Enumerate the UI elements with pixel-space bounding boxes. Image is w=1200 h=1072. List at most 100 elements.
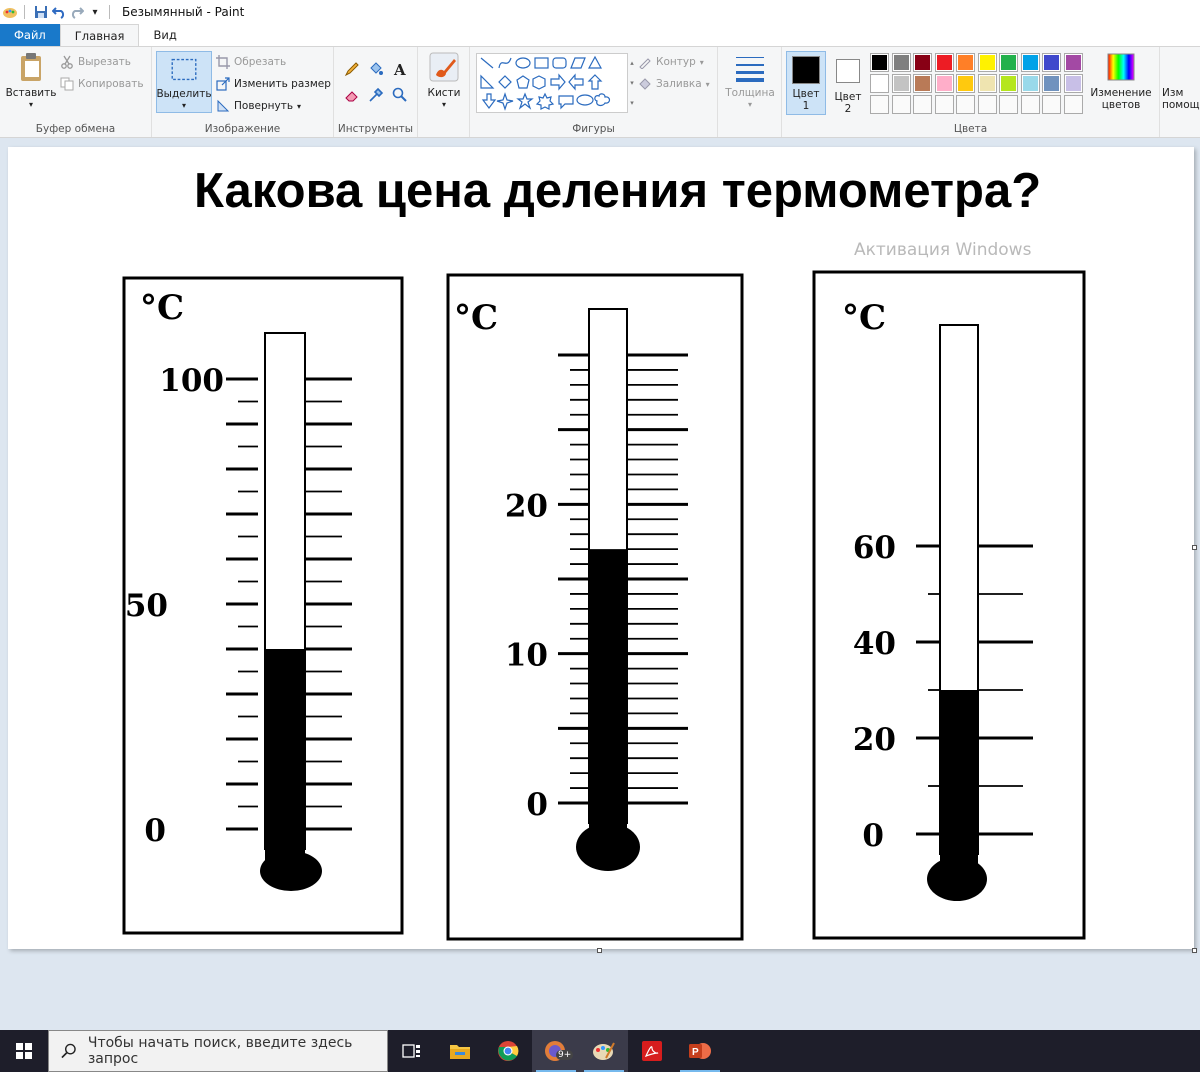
- task-view-button[interactable]: [388, 1030, 436, 1072]
- color-swatch[interactable]: [891, 95, 911, 114]
- paste-button[interactable]: Вставить ▾: [6, 51, 56, 111]
- help-label: Изм помощ: [1162, 87, 1200, 111]
- brushes-label: Кисти: [427, 87, 461, 99]
- color-swatch[interactable]: [934, 95, 954, 114]
- paint-taskbar-button[interactable]: [580, 1030, 628, 1072]
- color-swatch[interactable]: [1042, 74, 1061, 93]
- fill-button[interactable]: Заливка ▾: [638, 77, 710, 91]
- crop-button[interactable]: Обрезать: [216, 55, 286, 69]
- color1-button[interactable]: Цвет 1: [786, 51, 826, 115]
- help-button[interactable]: Изм помощ: [1162, 87, 1200, 111]
- select-button[interactable]: Выделить ▾: [156, 51, 212, 113]
- chrome-button[interactable]: [484, 1030, 532, 1072]
- paste-icon: [21, 53, 41, 81]
- color-palette: [870, 53, 1090, 117]
- thermometer: °C 100 50 0: [122, 276, 404, 935]
- start-button[interactable]: [0, 1030, 48, 1072]
- color-swatch[interactable]: [1042, 95, 1061, 114]
- chevron-down-icon: ▾: [181, 101, 186, 110]
- color-swatch[interactable]: [956, 53, 975, 72]
- taskbar: Чтобы начать поиск, введите здесь запрос…: [0, 1030, 1200, 1072]
- color-swatch[interactable]: [999, 95, 1018, 114]
- thermometer-bulb: [576, 823, 640, 871]
- color-swatch[interactable]: [1063, 74, 1083, 93]
- color-swatch[interactable]: [913, 74, 932, 93]
- color-swatch[interactable]: [1020, 95, 1040, 114]
- undo-icon[interactable]: [51, 4, 67, 20]
- file-explorer-button[interactable]: [436, 1030, 484, 1072]
- color-swatch[interactable]: [870, 74, 889, 93]
- color-swatch[interactable]: [956, 95, 975, 114]
- tools-group-label: Инструменты: [337, 123, 414, 135]
- resize-handle-bottom[interactable]: [597, 948, 602, 953]
- color-swatch[interactable]: [977, 95, 997, 114]
- size-button[interactable]: Толщина ▾: [724, 51, 776, 111]
- image-group: Выделить ▾ Обрезать Изменить размер Пове…: [152, 47, 334, 137]
- color-swatch[interactable]: [870, 95, 889, 114]
- color-swatch[interactable]: [977, 53, 997, 72]
- select-label: Выделить: [156, 88, 212, 100]
- ribbon: Вставить ▾ Вырезать Копировать Буфер обм…: [0, 46, 1200, 138]
- color-swatch[interactable]: [1063, 53, 1083, 72]
- mercury-column: [265, 649, 305, 871]
- save-icon[interactable]: [33, 4, 49, 20]
- text-tool-icon[interactable]: A: [392, 61, 408, 77]
- color-swatch[interactable]: [934, 74, 954, 93]
- color-swatch[interactable]: [1020, 53, 1040, 72]
- windows-logo-icon: [16, 1043, 32, 1059]
- color-swatch[interactable]: [999, 74, 1018, 93]
- powerpoint-button[interactable]: P: [676, 1030, 724, 1072]
- copy-button[interactable]: Копировать: [60, 77, 144, 91]
- pencil-icon[interactable]: [344, 61, 360, 77]
- tab-file[interactable]: Файл: [0, 24, 60, 46]
- customize-toolbar-icon[interactable]: ▾: [87, 4, 103, 20]
- tab-view[interactable]: Вид: [139, 24, 190, 46]
- brushes-button[interactable]: Кисти ▾: [426, 51, 462, 111]
- color-swatch[interactable]: [891, 74, 911, 93]
- thermometers: °C100500°C20100°C6040200: [122, 270, 1086, 941]
- color-swatch[interactable]: [1042, 53, 1061, 72]
- fill-bucket-icon[interactable]: [368, 61, 384, 77]
- outline-button[interactable]: Контур ▾: [638, 55, 704, 70]
- acrobat-button[interactable]: [628, 1030, 676, 1072]
- color-swatch[interactable]: [1063, 95, 1083, 114]
- resize-handle-right[interactable]: [1192, 545, 1197, 550]
- color-swatch[interactable]: [913, 95, 932, 114]
- color-swatch[interactable]: [891, 53, 911, 72]
- resize-handle-corner[interactable]: [1192, 948, 1197, 953]
- color-swatch[interactable]: [977, 74, 997, 93]
- tab-home[interactable]: Главная: [59, 24, 140, 46]
- size-group: Толщина ▾: [718, 47, 782, 137]
- taskbar-search-box[interactable]: Чтобы начать поиск, введите здесь запрос: [48, 1030, 388, 1072]
- clipboard-group-label: Буфер обмена: [35, 123, 116, 135]
- svg-text:P: P: [692, 1047, 699, 1058]
- color-picker-icon[interactable]: [368, 87, 384, 103]
- paste-label: Вставить: [5, 87, 57, 99]
- color2-swatch: [836, 59, 860, 83]
- eraser-icon[interactable]: [344, 87, 360, 103]
- thermometer-bulb: [927, 857, 987, 901]
- color-swatch[interactable]: [913, 53, 932, 72]
- cut-button[interactable]: Вырезать: [60, 55, 131, 69]
- chevron-down-icon: ▾: [28, 100, 33, 109]
- drawing-canvas[interactable]: Какова цена деления термометра? °C 100 50 0…: [8, 147, 1197, 953]
- edit-colors-label: Изменение цветов: [1090, 87, 1152, 111]
- notification-app-button[interactable]: 9+: [532, 1030, 580, 1072]
- color-swatch[interactable]: [956, 74, 975, 93]
- chevron-down-icon: ▾: [699, 57, 704, 67]
- outline-brush-icon: [638, 55, 652, 70]
- color-swatch[interactable]: [934, 53, 954, 72]
- redo-icon[interactable]: [69, 4, 85, 20]
- rotate-button[interactable]: Повернуть ▾: [216, 99, 301, 113]
- color-swatch[interactable]: [1020, 74, 1040, 93]
- shapes-scroll[interactable]: ▴ ▾ ▾: [628, 53, 636, 113]
- color2-button[interactable]: Цвет 2: [830, 51, 866, 115]
- resize-button[interactable]: Изменить размер: [216, 77, 331, 91]
- color-swatch[interactable]: [999, 53, 1018, 72]
- shapes-gallery[interactable]: [476, 53, 628, 113]
- cut-label: Вырезать: [78, 56, 131, 68]
- magnifier-icon[interactable]: [392, 87, 408, 103]
- color-swatch[interactable]: [870, 53, 889, 72]
- edit-colors-button[interactable]: Изменение цветов: [1088, 51, 1154, 111]
- paint-app-icon[interactable]: [2, 4, 18, 20]
